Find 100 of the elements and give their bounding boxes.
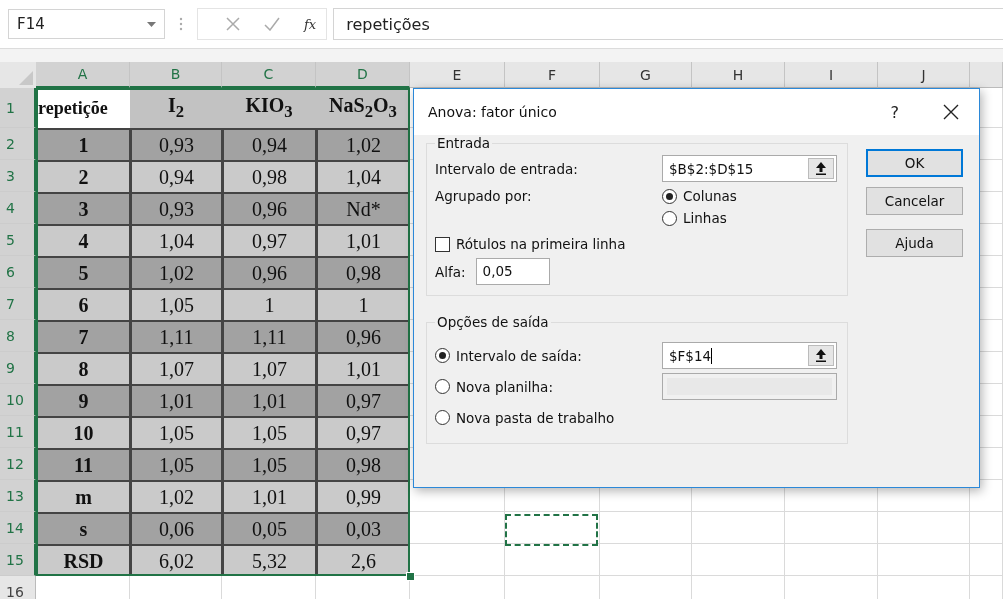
collapse-upload-icon[interactable] (808, 158, 834, 179)
row-header[interactable]: 7 (0, 288, 36, 320)
table-cell: 0,98 (318, 258, 409, 288)
column-header[interactable]: B (130, 62, 222, 88)
labels-checkbox[interactable]: Rótulos na primeira linha (435, 236, 837, 252)
row-header[interactable]: 3 (0, 160, 36, 192)
table-cell: 1,05 (132, 418, 221, 448)
field-label: Intervalo de entrada: (435, 160, 579, 177)
name-box[interactable]: F14 (8, 9, 165, 39)
table-cell: 9 (38, 386, 129, 416)
row-header[interactable]: 1 (0, 88, 36, 128)
table-cell: 1,05 (224, 450, 315, 480)
table-cell: 1,07 (132, 354, 221, 384)
table-cell: 2 (38, 162, 129, 192)
table-cell: 1 (38, 130, 129, 160)
table-cell: 1,11 (132, 322, 221, 352)
table-cell: repetiçõe (36, 88, 130, 128)
alpha-field[interactable]: 0,05 (475, 258, 550, 285)
table-cell: 1,02 (318, 130, 409, 160)
row-header[interactable]: 10 (0, 384, 36, 416)
table-cell: 0,98 (224, 162, 315, 192)
radio-option[interactable]: Linhas (662, 210, 837, 226)
table-cell: 0,97 (318, 386, 409, 416)
table-cell: 0,97 (318, 418, 409, 448)
dialog-button[interactable]: Cancelar (866, 187, 963, 215)
table-cell: 1,01 (224, 386, 315, 416)
table-cell: 0,96 (318, 322, 409, 352)
row-header[interactable]: 14 (0, 512, 36, 544)
row-header[interactable]: 2 (0, 128, 36, 160)
dialog-button[interactable]: OK (866, 149, 963, 177)
check-icon[interactable] (264, 17, 280, 31)
column-header[interactable]: D (316, 62, 410, 88)
row-header[interactable]: 4 (0, 192, 36, 224)
close-icon[interactable] (943, 104, 959, 120)
table-cell: 4 (38, 226, 129, 256)
table-cell: 1,04 (318, 162, 409, 192)
table-cell: 1,02 (132, 482, 221, 512)
dropdown-caret-icon (147, 21, 156, 27)
table-cell: s (38, 514, 129, 544)
table-cell: 0,99 (318, 482, 409, 512)
table-cell: NaS$_{2}$O$_{3}$ (316, 88, 410, 128)
dialog-title: Anova: fator único (428, 104, 558, 120)
row-header[interactable]: 15 (0, 544, 36, 576)
select-all-icon[interactable] (19, 71, 33, 85)
table-cell: 10 (38, 418, 129, 448)
table-cell: 0,06 (132, 514, 221, 544)
formula-field[interactable]: repetições (333, 8, 1003, 40)
sheet-name-field[interactable] (662, 373, 837, 400)
radio-option[interactable]: Nova pasta de trabalho (435, 409, 662, 426)
table-cell: 8 (38, 354, 129, 384)
row-header[interactable]: 11 (0, 416, 36, 448)
cancel-icon[interactable] (226, 17, 240, 31)
table-cell: 0,05 (224, 514, 315, 544)
table-cell: 1,01 (318, 354, 409, 384)
row-header[interactable]: 12 (0, 448, 36, 480)
table-cell: 0,97 (224, 226, 315, 256)
table-cell: 0,93 (132, 194, 221, 224)
table-cell: 1,01 (224, 482, 315, 512)
help-button[interactable]: ? (884, 102, 905, 122)
range-field[interactable]: $B$2:$D$15 (662, 155, 837, 182)
column-header[interactable]: C (222, 62, 316, 88)
row-header[interactable]: 9 (0, 352, 36, 384)
table-cell: 1,11 (224, 322, 315, 352)
table-cell: 5 (38, 258, 129, 288)
table-cell: m (38, 482, 129, 512)
table-cell: 5,32 (224, 546, 315, 576)
table-cell: RSD (38, 546, 129, 576)
table-cell: 11 (38, 450, 129, 480)
table-cell: 0,96 (224, 194, 315, 224)
row-header[interactable]: 6 (0, 256, 36, 288)
row-header[interactable]: 13 (0, 480, 36, 512)
dialog-button[interactable]: Ajuda (866, 229, 963, 257)
row-header[interactable]: 16 (0, 576, 36, 599)
table-cell: 1,07 (224, 354, 315, 384)
radio-option[interactable]: Intervalo de saída: (435, 347, 662, 364)
row-header[interactable]: 5 (0, 224, 36, 256)
row-header[interactable]: 8 (0, 320, 36, 352)
table-cell: KIO$_{3}$ (222, 88, 316, 128)
table-cell: 1,04 (132, 226, 221, 256)
fill-handle[interactable] (406, 572, 415, 581)
table-cell: 0,03 (318, 514, 409, 544)
table-cell: 1,05 (224, 418, 315, 448)
table-cell: Nd* (318, 194, 409, 224)
table-cell: 0,94 (224, 130, 315, 160)
column-header[interactable]: A (36, 62, 130, 88)
insert-function-button[interactable]: fx (304, 16, 317, 32)
field-label: Agrupado por: (435, 188, 533, 204)
table-cell: 2,6 (318, 546, 409, 576)
table-cell: 6 (38, 290, 129, 320)
range-field[interactable]: $F$14 (662, 342, 837, 369)
dots-icon (179, 17, 183, 31)
empty-cell (970, 512, 1003, 544)
table-cell: 1,05 (132, 450, 221, 480)
table-cell: I$_{2}$ (130, 88, 222, 128)
table-cell: 0,93 (132, 130, 221, 160)
radio-option[interactable]: Colunas (662, 188, 837, 204)
collapse-upload-icon[interactable] (808, 345, 834, 366)
radio-option[interactable]: Nova planilha: (435, 378, 662, 395)
table-cell: 7 (38, 322, 129, 352)
table-cell: 1 (224, 290, 315, 320)
